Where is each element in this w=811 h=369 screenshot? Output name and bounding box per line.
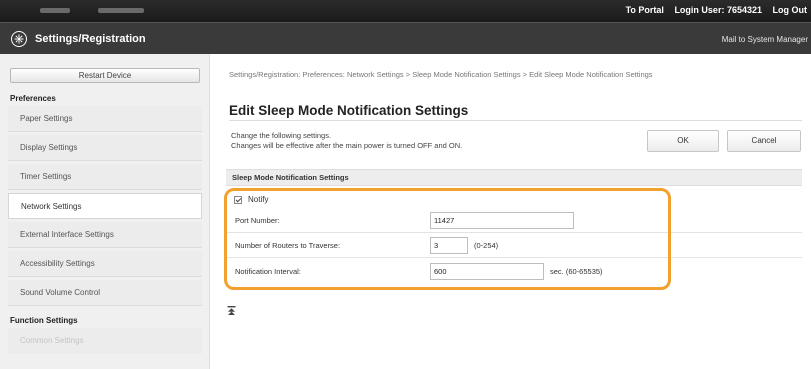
highlight-frame bbox=[224, 188, 671, 290]
ok-button[interactable]: OK bbox=[647, 130, 719, 152]
mail-system-manager-link[interactable]: Mail to System Manager bbox=[722, 35, 808, 44]
function-settings-heading: Function Settings bbox=[10, 316, 78, 325]
preferences-heading: Preferences bbox=[10, 94, 56, 103]
description-line: Change the following settings. bbox=[231, 131, 332, 140]
sidebar-item-external-interface-settings[interactable]: External Interface Settings bbox=[8, 222, 202, 248]
to-portal-link[interactable]: To Portal bbox=[626, 5, 664, 15]
settings-logo-icon bbox=[11, 31, 27, 47]
top-status-bar: To Portal Login User: 7654321 Log Out bbox=[0, 0, 811, 22]
sidebar-item-common-settings[interactable]: Common Settings bbox=[8, 328, 202, 354]
page-title: Edit Sleep Mode Notification Settings bbox=[229, 103, 469, 118]
blurred-text bbox=[98, 8, 144, 13]
title-bar: Settings/Registration Mail to System Man… bbox=[0, 22, 811, 54]
cancel-button[interactable]: Cancel bbox=[727, 130, 801, 152]
description: Change the following settings. Changes w… bbox=[231, 131, 462, 151]
restart-device-button[interactable]: Restart Device bbox=[10, 68, 200, 83]
title-divider bbox=[229, 120, 802, 121]
sidebar: Restart Device Preferences Paper Setting… bbox=[0, 54, 210, 369]
section-header: Sleep Mode Notification Settings bbox=[226, 169, 802, 186]
sidebar-item-sound-volume-control[interactable]: Sound Volume Control bbox=[8, 280, 202, 306]
collapse-to-top-icon[interactable] bbox=[227, 306, 236, 315]
sidebar-item-timer-settings[interactable]: Timer Settings bbox=[8, 164, 202, 190]
user-area: To Portal Login User: 7654321 Log Out bbox=[618, 5, 807, 15]
app-title: Settings/Registration bbox=[35, 33, 146, 45]
breadcrumb: Settings/Registration: Preferences: Netw… bbox=[229, 70, 653, 79]
blurred-text bbox=[40, 8, 70, 13]
sidebar-item-paper-settings[interactable]: Paper Settings bbox=[8, 106, 202, 132]
sidebar-item-network-settings[interactable]: Network Settings bbox=[8, 193, 202, 219]
logout-link[interactable]: Log Out bbox=[773, 5, 808, 15]
login-user-text: Login User: 7654321 bbox=[674, 5, 762, 15]
sidebar-item-display-settings[interactable]: Display Settings bbox=[8, 135, 202, 161]
sidebar-item-accessibility-settings[interactable]: Accessibility Settings bbox=[8, 251, 202, 277]
description-line: Changes will be effective after the main… bbox=[231, 141, 463, 150]
